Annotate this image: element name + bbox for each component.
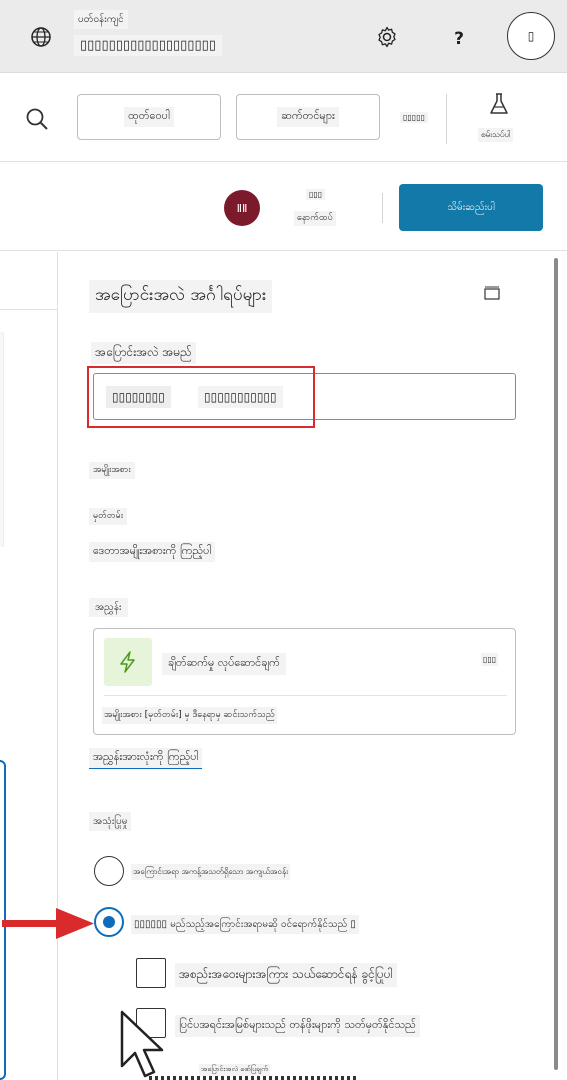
name-label: အပြောင်းအလဲ အမည်	[91, 342, 196, 364]
allow-carry-over-label: အစည်းအဝေးများအကြား သယ်ဆောင်ရန် ခွင့်ပြုပ…	[175, 963, 397, 987]
lightning-icon	[104, 638, 152, 686]
usage-option-any-radio[interactable]	[94, 907, 124, 937]
mouse-cursor-icon	[120, 1010, 164, 1078]
test-flask-icon[interactable]	[486, 90, 512, 118]
variable-properties-panel: အပြောင်းအလဲ အင်္ဂါရပ်များ အပြောင်းအလဲ အမ…	[59, 252, 567, 1080]
environment-label: ပတ်ဝန်းကျင်	[74, 10, 128, 29]
more-commands[interactable]: ▯▯▯▯▯	[400, 112, 429, 123]
environment-name[interactable]: ▯▯▯▯▯▯▯▯▯▯▯▯▯▯▯▯▯▯▯	[74, 35, 222, 56]
globe-icon[interactable]	[24, 20, 58, 54]
external-sources-label: ပြင်ပအရင်းအမြစ်များသည် တန်ဖိုးများကို သတ…	[175, 1015, 420, 1037]
command-divider	[382, 193, 383, 223]
trigger-label: အညွှန်း	[89, 598, 128, 617]
footer-label: အပြောင်းအလဲ ဖော်ပြချက်	[199, 1064, 271, 1076]
settings-label: ဆက်တင်များ	[277, 107, 339, 127]
usage-option-limited-radio[interactable]	[94, 856, 124, 886]
publish-label: ထုတ်ဝေပါ	[124, 107, 174, 127]
trigger-card-more[interactable]: ▯▯▯	[481, 653, 499, 666]
panel-scrollbar-thumb[interactable]	[554, 258, 558, 1070]
usage-option-limited-label: အကြောင်းအရာ အကန့်အသတ်ရှိသော အကျယ်အဝန်း	[131, 864, 291, 880]
usage-option-any-label: ▯▯▯▯▯▯ မည်သည့်အကြောင်းအရာမဆို ဝင်ရောက်နိ…	[131, 915, 359, 934]
close-panel-icon[interactable]	[481, 284, 503, 302]
user-caption: နောက်ထပ်	[294, 211, 336, 226]
canvas-left-pane	[0, 252, 58, 1080]
save-button[interactable]: သိမ်းဆည်းပါ	[399, 184, 543, 231]
left-pane-card-edge-2	[0, 457, 4, 547]
settings-button[interactable]: ဆက်တင်များ	[236, 94, 380, 140]
trigger-card-title: ချိတ်ဆက်မှု လုပ်ဆောင်ချက်	[162, 653, 286, 675]
user-avatar[interactable]: ▯	[507, 12, 555, 60]
trigger-card-description: အမျိုးအစား [မှတ်တမ်း] မှ ဒီနေရာမှ ဆင်းသက…	[102, 707, 277, 724]
highlight-box	[87, 366, 315, 428]
settings-gear-icon[interactable]	[370, 20, 404, 54]
annotation-arrow-icon	[2, 908, 94, 939]
toolbar: ထုတ်ဝေပါ ဆက်တင်များ ▯▯▯▯▯ စမ်းသပ်ပါ	[0, 74, 567, 162]
see-data-types-link[interactable]: ဒေတာအမျိုးအစားကို ကြည့်ပါ	[89, 542, 216, 562]
help-icon[interactable]: ?	[446, 24, 472, 54]
trigger-card[interactable]: ချိတ်ဆက်မှု လုပ်ဆောင်ချက် ▯▯▯ အမျိုးအစား…	[93, 628, 516, 735]
description-label: မှတ်တမ်း	[89, 508, 128, 525]
trigger-card-divider	[104, 695, 507, 696]
usage-label: အသုံးပြုမှု	[89, 812, 132, 831]
left-pane-divider	[0, 309, 58, 310]
panel-scrollbar[interactable]	[554, 258, 560, 1080]
panel-title: အပြောင်းအလဲ အင်္ဂါရပ်များ	[89, 280, 273, 313]
user-caption-top: ▯▯▯	[306, 189, 326, 200]
search-icon[interactable]	[22, 104, 52, 134]
left-pane-card-edge	[0, 332, 4, 462]
publish-button[interactable]: ထုတ်ဝေပါ	[77, 94, 221, 140]
test-label: စမ်းသပ်ပါ	[478, 128, 514, 142]
allow-carry-over-checkbox[interactable]	[136, 958, 166, 988]
command-bar: ⅡⅡ ▯▯▯ နောက်ထပ် သိမ်းဆည်းပါ	[0, 163, 567, 251]
type-label: အမျိုးအစား	[89, 462, 135, 479]
footer-value-cutoff	[149, 1076, 359, 1080]
toolbar-divider	[446, 94, 447, 144]
top-header-bar: ပတ်ဝန်းကျင် ▯▯▯▯▯▯▯▯▯▯▯▯▯▯▯▯▯▯▯ ? ▯	[0, 0, 567, 73]
user-initials-avatar[interactable]: ⅡⅡ	[224, 190, 260, 226]
see-all-triggers-link[interactable]: အညွှန်းအားလုံးကို ကြည့်ပါ	[89, 748, 203, 769]
